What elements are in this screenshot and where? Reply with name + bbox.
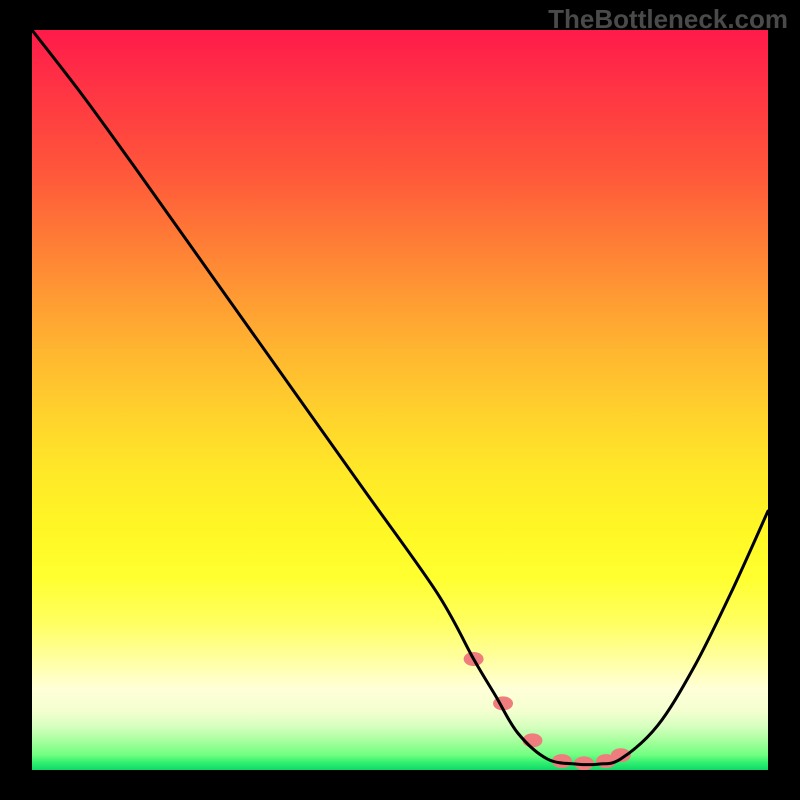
flat-marker: [611, 748, 631, 762]
flat-marker: [596, 754, 616, 768]
flat-marker: [493, 696, 513, 710]
chart-container: TheBottleneck.com: [0, 0, 800, 800]
curve-svg: [32, 30, 768, 770]
flat-marker: [574, 756, 594, 770]
watermark-text: TheBottleneck.com: [548, 4, 788, 35]
marker-layer: [464, 652, 631, 770]
bottleneck-curve: [32, 30, 768, 765]
plot-area: [32, 30, 768, 770]
flat-marker: [552, 754, 572, 768]
flat-marker: [464, 652, 484, 666]
flat-marker: [522, 733, 542, 747]
